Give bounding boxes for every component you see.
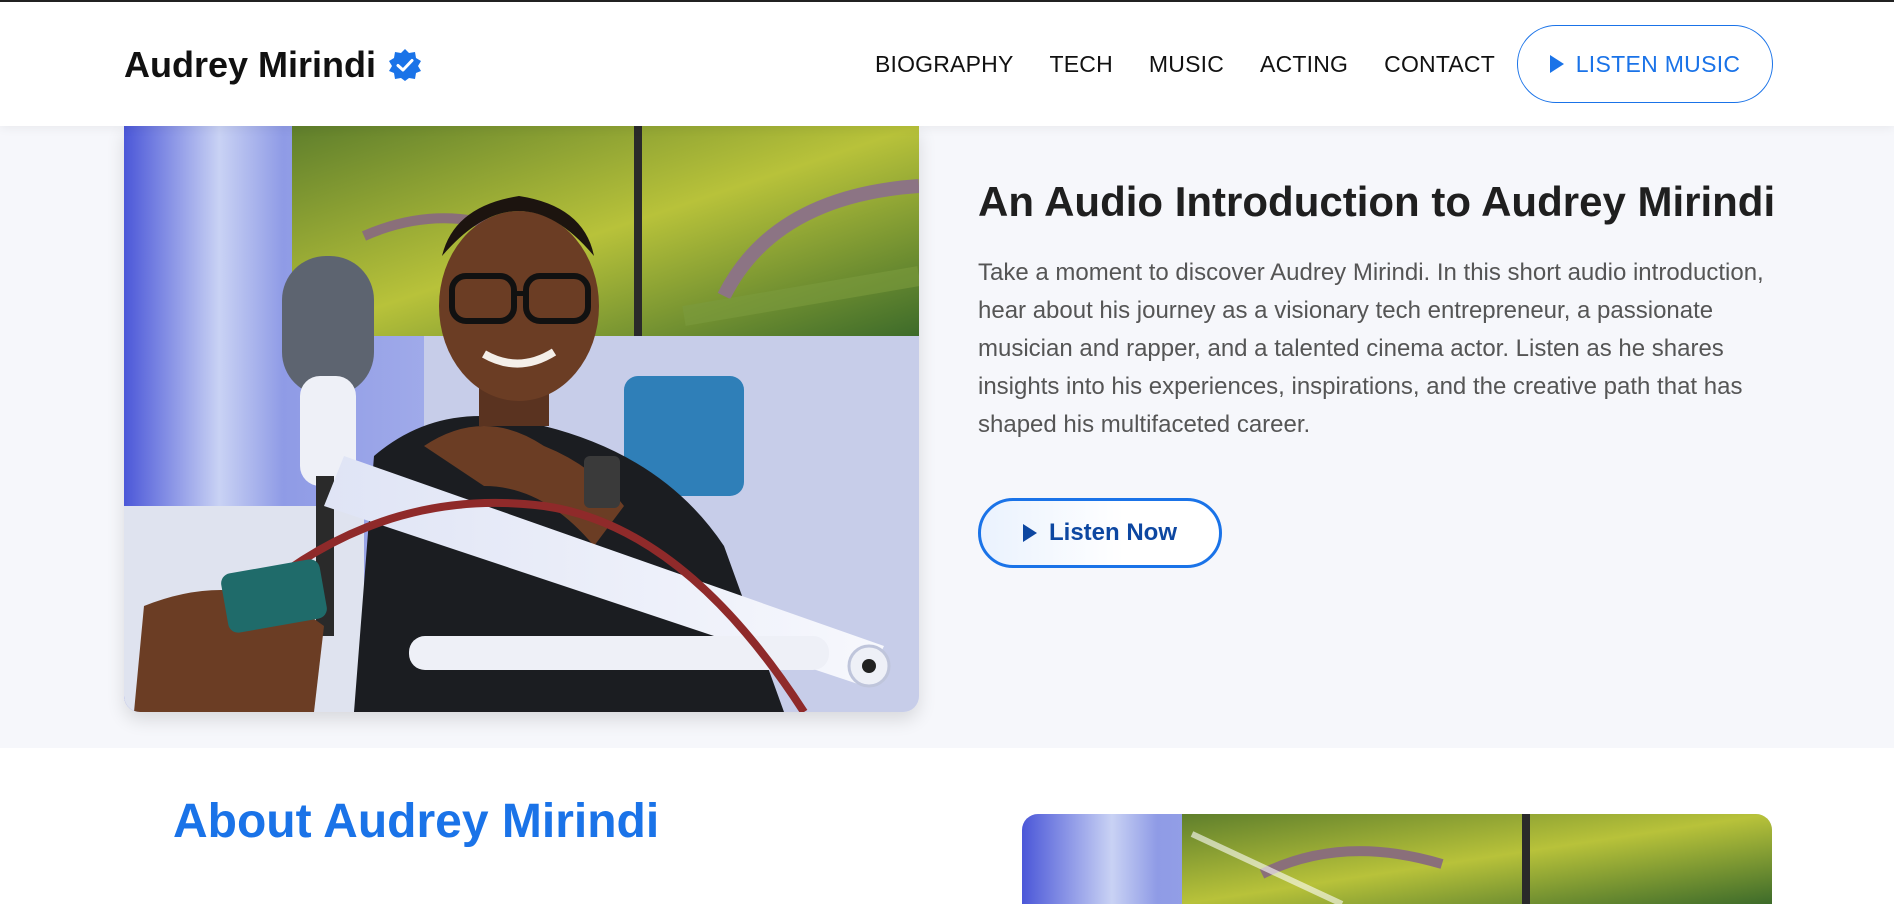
brand[interactable]: Audrey Mirindi <box>124 44 422 86</box>
hero-description: Take a moment to discover Audrey Mirindi… <box>978 259 1764 438</box>
main-nav: BIOGRAPHY TECH MUSIC ACTING CONTACT LIST… <box>875 2 1894 126</box>
listen-music-button[interactable]: LISTEN MUSIC <box>1517 25 1773 103</box>
brand-name: Audrey Mirindi <box>124 44 377 85</box>
hero-photo <box>124 126 919 712</box>
site-header: Audrey Mirindi BIOGRAPHY TECH MUSIC ACTI… <box>0 2 1894 126</box>
listen-now-label: Listen Now <box>1048 519 1177 546</box>
nav-tech[interactable]: TECH <box>1050 51 1113 78</box>
about-title: About Audrey Mirindi <box>173 795 660 848</box>
nav-music[interactable]: MUSIC <box>1149 51 1224 78</box>
nav-contact[interactable]: CONTACT <box>1384 51 1495 78</box>
play-icon <box>1549 55 1564 73</box>
verified-badge-icon <box>388 48 422 82</box>
hero-section: An Audio Introduction to Audrey Mirindi … <box>0 126 1894 748</box>
about-photo <box>1022 814 1772 904</box>
hero-title: An Audio Introduction to Audrey Mirindi <box>978 178 1776 225</box>
nav-acting[interactable]: ACTING <box>1260 51 1348 78</box>
play-icon <box>1022 524 1037 542</box>
nav-biography[interactable]: BIOGRAPHY <box>875 51 1014 78</box>
listen-now-button[interactable]: Listen Now <box>978 498 1222 568</box>
listen-music-label: LISTEN MUSIC <box>1575 50 1741 77</box>
